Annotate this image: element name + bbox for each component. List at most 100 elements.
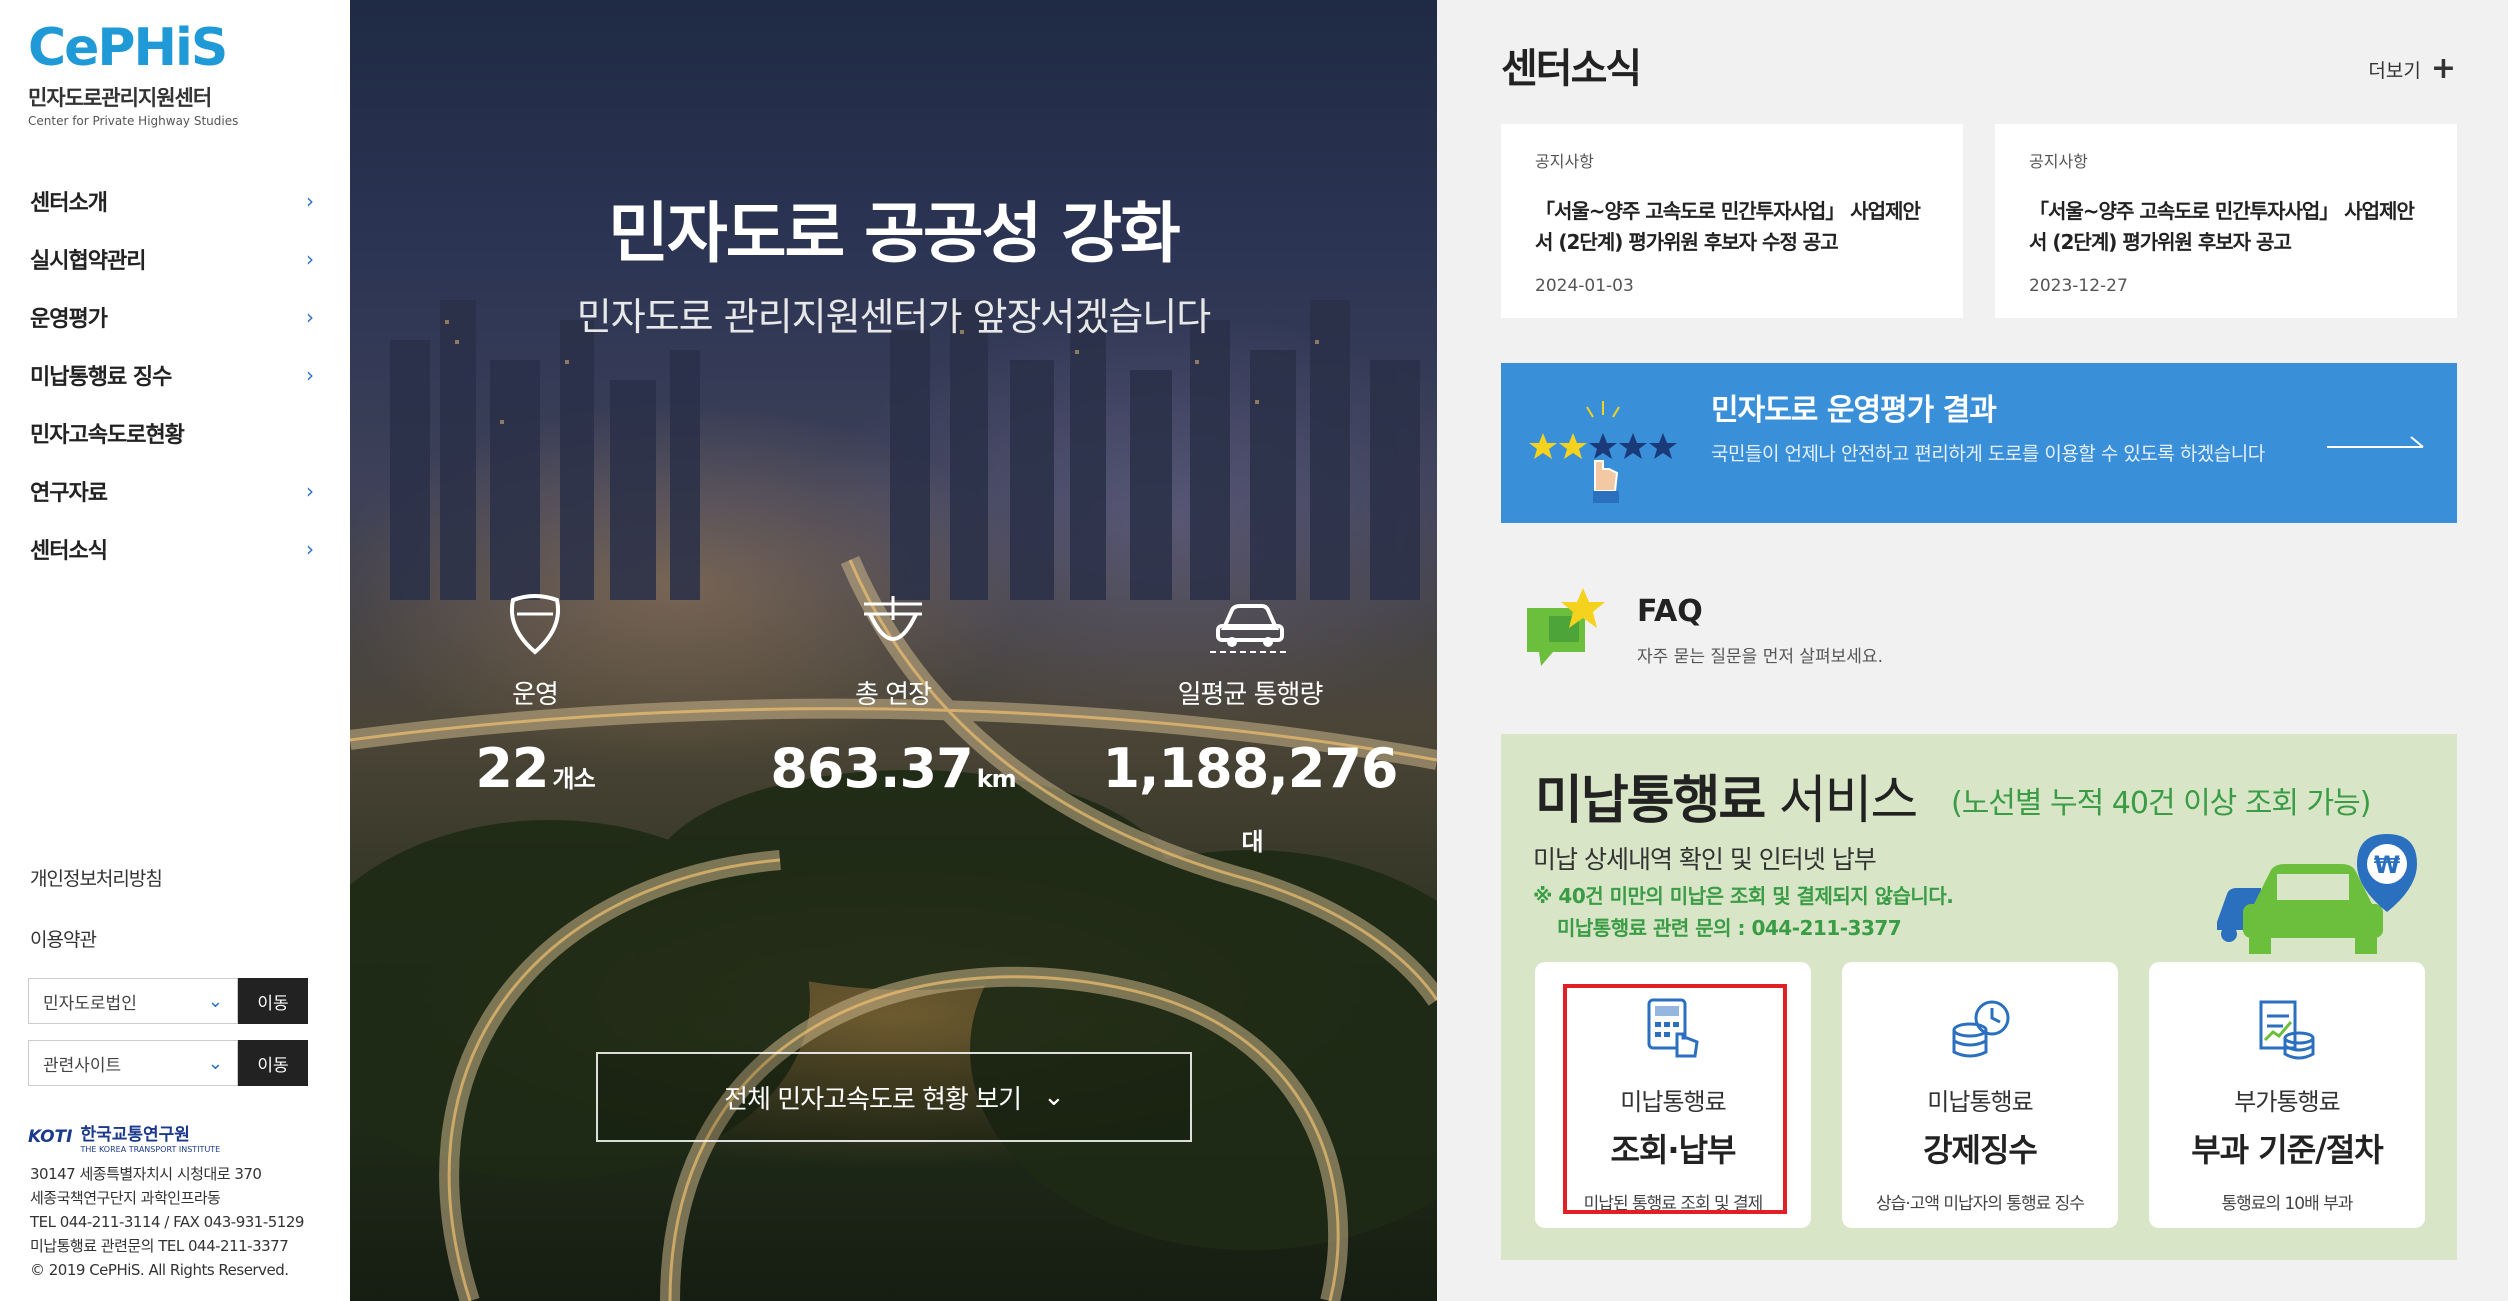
news-category: 공지사항 bbox=[2029, 152, 2088, 171]
svg-text:₩: ₩ bbox=[2374, 851, 2401, 879]
button-label: 전체 민자고속도로 현황 보기 bbox=[724, 1084, 1022, 1115]
news-more-link[interactable]: 더보기 + bbox=[2368, 54, 2456, 84]
road-length-icon bbox=[743, 586, 1043, 656]
faq-link[interactable]: FAQ 자주 묻는 질문을 먼저 살펴보세요. bbox=[1501, 566, 2457, 706]
koti-name: 한국교통연구원 bbox=[80, 1125, 190, 1145]
stat-length: 총 연장 863.37 km bbox=[743, 586, 1043, 800]
news-card[interactable]: 공지사항 「서울~양주 고속도로 민간투자사업」 사업제안서 (2단계) 평가위… bbox=[1501, 124, 1963, 318]
news-title: 「서울~양주 고속도로 민간투자사업」 사업제안서 (2단계) 평가위원 후보자… bbox=[2029, 199, 2415, 254]
nav-item-research[interactable]: 연구자료 › bbox=[0, 462, 350, 520]
coins-clock-icon bbox=[1842, 996, 2118, 1064]
koti-mark: KOTI bbox=[28, 1127, 73, 1147]
nav-item-center-intro[interactable]: 센터소개 › bbox=[0, 172, 350, 230]
koti-logo[interactable]: KOTI 한국교통연구원 THE KOREA TRANSPORT INSTITU… bbox=[28, 1120, 220, 1154]
stat-label: 총 연장 bbox=[854, 680, 932, 710]
car-payment-icon: ₩ bbox=[2217, 834, 2417, 954]
main-nav: 센터소개 › 실시협약관리 › 운영평가 › 미납통행료 징수 › 민자고속도로현황 연… bbox=[0, 172, 350, 578]
nav-label: 운영평가 bbox=[30, 307, 108, 332]
stat-label: 운영 bbox=[512, 680, 559, 710]
footer-links: 개인정보처리방침 이용약관 bbox=[30, 864, 163, 986]
nav-label: 미납통행료 징수 bbox=[30, 365, 172, 390]
address-line: 30147 세종특별자치시 시청대로 370 bbox=[30, 1165, 262, 1183]
service-line1: 부가통행료 bbox=[2234, 1088, 2340, 1116]
nav-item-news[interactable]: 센터소식 › bbox=[0, 520, 350, 578]
logo-name-en: Center for Private Highway Studies bbox=[28, 114, 239, 128]
nav-item-unpaid-toll[interactable]: 미납통행료 징수 › bbox=[0, 346, 350, 404]
service-line1: 미납통행료 bbox=[1620, 1088, 1726, 1116]
terms-link[interactable]: 이용약관 bbox=[30, 925, 162, 952]
related-select-row: 관련사이트 ⌄ 이동 bbox=[28, 1040, 308, 1086]
highway-shield-icon bbox=[385, 586, 685, 656]
news-category: 공지사항 bbox=[1535, 152, 1594, 171]
koti-name-en: THE KOREA TRANSPORT INSTITUTE bbox=[80, 1145, 221, 1154]
service-desc: 통행료의 10배 부과 bbox=[2221, 1194, 2354, 1214]
nav-label: 센터소식 bbox=[30, 539, 108, 564]
service-card-inquiry-payment[interactable]: 미납통행료 조회·납부 미납된 통행료 조회 및 결제 bbox=[1535, 962, 1811, 1228]
unpaid-contact: 미납통행료 관련 문의 : 044-211-3377 bbox=[1557, 916, 1902, 940]
arrow-right-icon bbox=[2327, 436, 2424, 448]
document-coins-icon bbox=[2149, 996, 2425, 1064]
news-date: 2023-12-27 bbox=[2029, 276, 2128, 296]
calculator-icon bbox=[1535, 996, 1811, 1064]
corp-go-button[interactable]: 이동 bbox=[238, 978, 308, 1024]
nav-label: 실시협약관리 bbox=[30, 249, 146, 274]
chevron-right-icon: › bbox=[306, 479, 314, 503]
copyright: © 2019 CePHiS. All Rights Reserved. bbox=[30, 1261, 289, 1279]
address-line: 세종국책연구단지 과학인프라동 bbox=[30, 1189, 221, 1207]
corp-select[interactable]: 민자도로법인 ⌄ bbox=[28, 978, 238, 1024]
chevron-right-icon: › bbox=[306, 189, 314, 213]
corp-select-row: 민자도로법인 ⌄ 이동 bbox=[28, 978, 308, 1024]
site-logo[interactable]: CePHiS 민자도로관리지원센터 Center for Private Hig… bbox=[28, 22, 238, 128]
service-card-surcharge[interactable]: 부가통행료 부과 기준/절차 통행료의 10배 부과 bbox=[2149, 962, 2425, 1228]
car-traffic-icon bbox=[1100, 586, 1400, 656]
news-title: 「서울~양주 고속도로 민간투자사업」 사업제안서 (2단계) 평가위원 후보자… bbox=[1535, 199, 1921, 254]
chevron-right-icon: › bbox=[306, 537, 314, 561]
chevron-down-icon: ⌄ bbox=[207, 990, 223, 1012]
stat-traffic: 일평균 통행량 1,188,276대 bbox=[1100, 586, 1400, 863]
chevron-right-icon: › bbox=[306, 247, 314, 271]
service-line2: 부과 기준/절차 bbox=[2191, 1131, 2383, 1169]
nav-item-agreement[interactable]: 실시협약관리 › bbox=[0, 230, 350, 288]
chevron-right-icon: › bbox=[306, 305, 314, 329]
related-site-select[interactable]: 관련사이트 ⌄ bbox=[28, 1040, 238, 1086]
address-block: 30147 세종특별자치시 시청대로 370 세종국책연구단지 과학인프라동 T… bbox=[30, 1162, 304, 1282]
nav-label: 연구자료 bbox=[30, 481, 108, 506]
service-line1: 미납통행료 bbox=[1927, 1088, 2033, 1116]
stat-value: 863.37 km bbox=[770, 737, 1016, 800]
address-line: 미납통행료 관련문의 TEL 044-211-3377 bbox=[30, 1237, 289, 1255]
stat-label: 일평균 통행량 bbox=[1177, 680, 1324, 710]
privacy-policy-link[interactable]: 개인정보처리방침 bbox=[30, 864, 163, 891]
unpaid-toll-service: 미납통행료 서비스 (노선별 누적 40건 이상 조회 가능) 미납 상세내역 … bbox=[1501, 734, 2457, 1260]
chevron-down-icon: ⌄ bbox=[207, 1052, 223, 1074]
chevron-right-icon: › bbox=[306, 363, 314, 387]
plus-icon: + bbox=[2430, 51, 2456, 86]
nav-label: 센터소개 bbox=[30, 191, 108, 216]
hero-title: 민자도로 공공성 강화 bbox=[608, 195, 1180, 272]
unpaid-subtitle: 미납 상세내역 확인 및 인터넷 납부 bbox=[1533, 845, 1877, 874]
news-card[interactable]: 공지사항 「서울~양주 고속도로 민간투자사업」 사업제안서 (2단계) 평가위… bbox=[1995, 124, 2457, 318]
chevron-down-icon: ⌄ bbox=[1043, 1082, 1065, 1112]
nav-label: 민자고속도로현황 bbox=[30, 423, 185, 448]
evaluation-desc: 국민들이 언제나 안전하고 편리하게 도로를 이용할 수 있도록 하겠습니다 bbox=[1711, 443, 2265, 465]
related-go-button[interactable]: 이동 bbox=[238, 1040, 308, 1086]
sidebar: CePHiS 민자도로관리지원센터 Center for Private Hig… bbox=[0, 0, 350, 1301]
service-line2: 조회·납부 bbox=[1610, 1131, 1737, 1169]
stat-operating: 운영 22 개소 bbox=[385, 586, 685, 800]
faq-desc: 자주 묻는 질문을 먼저 살펴보세요. bbox=[1637, 647, 1883, 667]
faq-title: FAQ bbox=[1637, 594, 1703, 629]
star-rating-icon bbox=[1529, 401, 1677, 503]
stat-value: 22 개소 bbox=[475, 737, 595, 800]
service-line2: 강제징수 bbox=[1923, 1131, 2038, 1169]
view-all-highways-button[interactable]: 전체 민자고속도로 현황 보기 ⌄ bbox=[596, 1052, 1192, 1142]
hero-banner: 민자도로 공공성 강화 민자도로 관리지원센터가 앞장서겠습니다 운영 22 개소… bbox=[350, 0, 1437, 1301]
evaluation-result-banner[interactable]: 민자도로 운영평가 결과 국민들이 언제나 안전하고 편리하게 도로를 이용할 … bbox=[1501, 363, 2457, 523]
service-card-enforced-collection[interactable]: 미납통행료 강제징수 상습·고액 미납자의 통행료 징수 bbox=[1842, 962, 2118, 1228]
address-line: TEL 044-211-3114 / FAX 043-931-5129 bbox=[30, 1213, 304, 1231]
service-desc: 상습·고액 미납자의 통행료 징수 bbox=[1876, 1194, 2085, 1214]
stat-value: 1,188,276대 bbox=[1102, 737, 1398, 856]
unpaid-warning: ※ 40건 미만의 미납은 조회 및 결제되지 않습니다. bbox=[1533, 884, 1954, 908]
evaluation-title: 민자도로 운영평가 결과 bbox=[1711, 393, 1997, 428]
nav-item-evaluation[interactable]: 운영평가 › bbox=[0, 288, 350, 346]
nav-item-highway-status[interactable]: 민자고속도로현황 bbox=[0, 404, 350, 462]
hero-subtitle: 민자도로 관리지원센터가 앞장서겠습니다 bbox=[576, 295, 1211, 339]
